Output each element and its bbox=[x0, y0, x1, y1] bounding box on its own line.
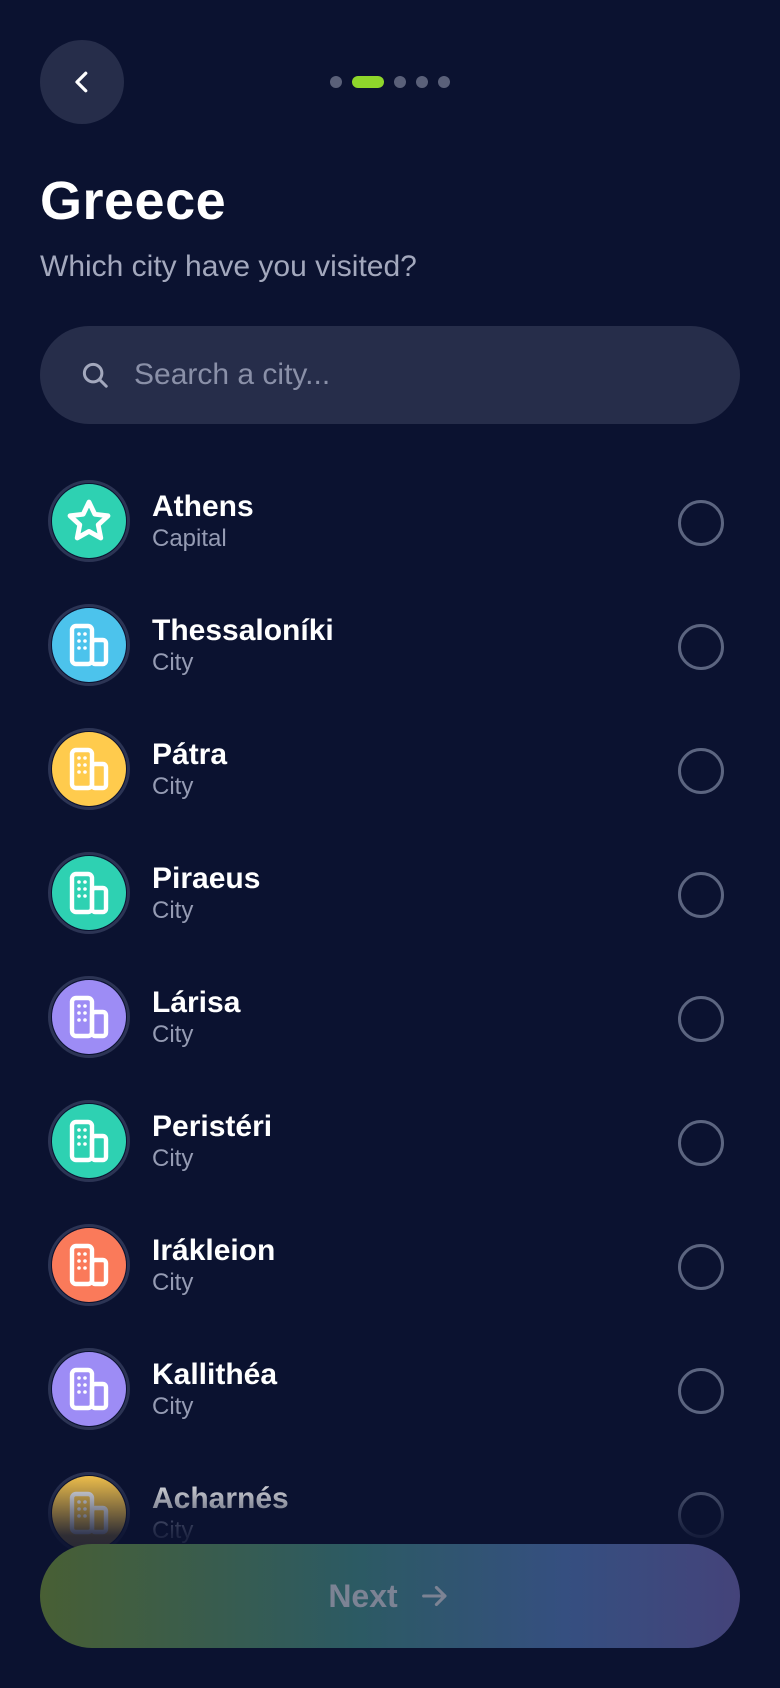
city-row[interactable]: Lárisa City bbox=[48, 974, 738, 1098]
city-row[interactable]: Irákleion City bbox=[48, 1222, 738, 1346]
city-type: City bbox=[152, 649, 194, 676]
city-name: Irákleion bbox=[152, 1234, 276, 1267]
city-type: City bbox=[152, 1145, 194, 1172]
progress-dot-active bbox=[352, 76, 384, 88]
city-radio[interactable] bbox=[678, 500, 724, 546]
city-radio[interactable] bbox=[678, 872, 724, 918]
city-radio[interactable] bbox=[678, 1244, 724, 1290]
back-button[interactable] bbox=[40, 40, 124, 124]
star-icon bbox=[52, 484, 126, 558]
city-avatar bbox=[48, 1348, 130, 1430]
next-button[interactable]: Next bbox=[40, 1544, 740, 1648]
city-name: Thessaloníki bbox=[152, 614, 334, 647]
arrow-right-icon bbox=[418, 1579, 452, 1613]
city-radio[interactable] bbox=[678, 1120, 724, 1166]
progress-dot bbox=[394, 76, 406, 88]
city-avatar bbox=[48, 976, 130, 1058]
city-avatar bbox=[48, 728, 130, 810]
chevron-left-icon bbox=[67, 67, 97, 97]
progress-dot bbox=[438, 76, 450, 88]
city-radio[interactable] bbox=[678, 996, 724, 1042]
city-radio[interactable] bbox=[678, 624, 724, 670]
building-icon bbox=[52, 1228, 126, 1302]
city-list: Athens Capital Thessaloníki City Pátra City Pi… bbox=[48, 478, 738, 1594]
building-icon bbox=[52, 1104, 126, 1178]
city-name: Peristéri bbox=[152, 1110, 273, 1143]
city-avatar bbox=[48, 604, 130, 686]
city-row[interactable]: Piraeus City bbox=[48, 850, 738, 974]
search-bar[interactable] bbox=[40, 326, 740, 424]
progress-dot bbox=[330, 76, 342, 88]
city-type: Capital bbox=[152, 525, 227, 552]
building-icon bbox=[52, 732, 126, 806]
city-type: City bbox=[152, 897, 194, 924]
progress-indicator bbox=[330, 76, 450, 88]
city-avatar bbox=[48, 1224, 130, 1306]
next-button-label: Next bbox=[328, 1577, 398, 1614]
building-icon bbox=[52, 608, 126, 682]
city-radio[interactable] bbox=[678, 1368, 724, 1414]
building-icon bbox=[52, 856, 126, 930]
city-name: Athens bbox=[152, 490, 254, 523]
city-name: Kallithéa bbox=[152, 1358, 278, 1391]
building-icon bbox=[52, 980, 126, 1054]
city-avatar bbox=[48, 852, 130, 934]
city-name: Pátra bbox=[152, 738, 228, 771]
city-type: City bbox=[152, 773, 194, 800]
search-input[interactable] bbox=[132, 357, 696, 393]
city-name: Piraeus bbox=[152, 862, 261, 895]
city-type: City bbox=[152, 1021, 194, 1048]
city-row[interactable]: Pátra City bbox=[48, 726, 738, 850]
city-row[interactable]: Thessaloníki City bbox=[48, 602, 738, 726]
city-row[interactable]: Athens Capital bbox=[48, 478, 738, 602]
city-name: Lárisa bbox=[152, 986, 241, 1019]
city-type: City bbox=[152, 1393, 194, 1420]
city-type: City bbox=[152, 1269, 194, 1296]
page-title: Greece bbox=[40, 171, 227, 231]
city-row[interactable]: Peristéri City bbox=[48, 1098, 738, 1222]
building-icon bbox=[52, 1352, 126, 1426]
progress-dot bbox=[416, 76, 428, 88]
city-avatar bbox=[48, 1100, 130, 1182]
city-row[interactable]: Kallithéa City bbox=[48, 1346, 738, 1470]
city-radio[interactable] bbox=[678, 748, 724, 794]
city-avatar bbox=[48, 480, 130, 562]
page-subtitle: Which city have you visited? bbox=[40, 250, 417, 283]
search-icon bbox=[80, 360, 110, 390]
